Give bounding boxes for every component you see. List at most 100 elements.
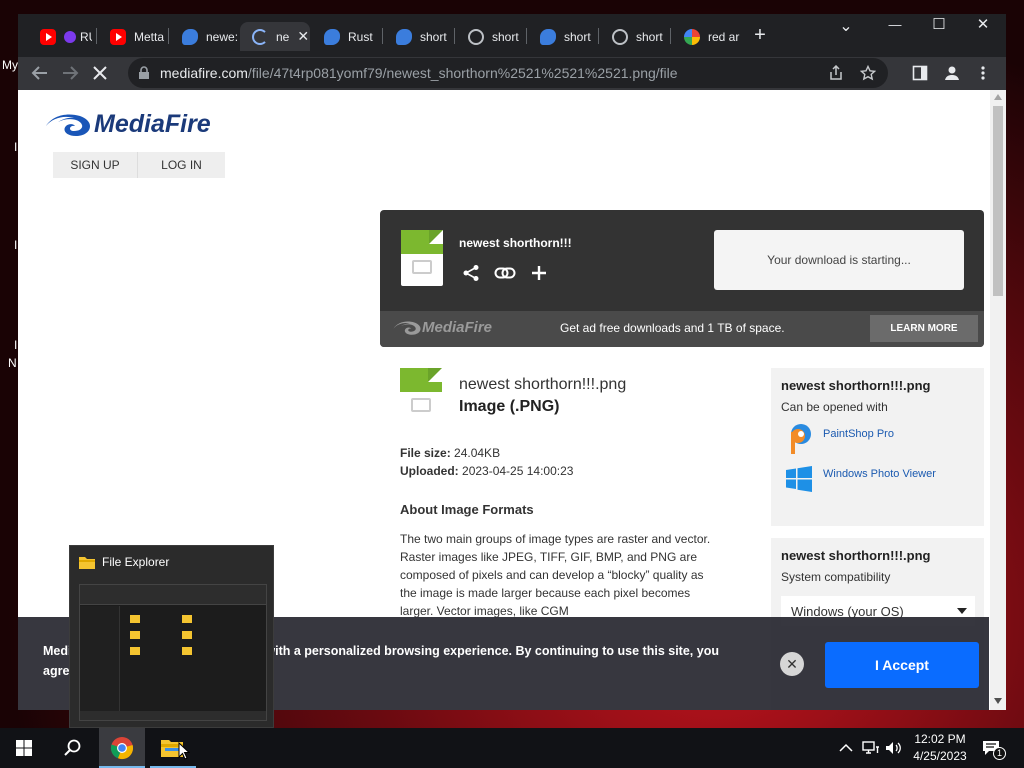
desktop-icon-label[interactable]: I — [14, 238, 17, 252]
profile-icon[interactable] — [943, 64, 961, 82]
cookie-text-middle: with a personalized browsing experience.… — [265, 644, 719, 658]
file-icon-band — [401, 230, 429, 244]
bookmark-star-icon[interactable] — [860, 65, 876, 81]
promo-logo-text: MediaFire — [422, 319, 493, 336]
file-explorer-preview[interactable]: File Explorer — [69, 545, 274, 728]
show-hidden-icons-button[interactable] — [838, 740, 854, 756]
scroll-down-arrow-icon[interactable] — [994, 698, 1002, 704]
tab-short-3[interactable]: short — [528, 22, 596, 51]
new-tab-button[interactable]: + — [748, 23, 772, 47]
camera-icon — [412, 260, 432, 274]
close-window-button[interactable]: ✕ — [968, 14, 998, 36]
tab-short-2[interactable]: short — [456, 22, 524, 51]
file-icon-band — [401, 244, 443, 254]
folder-icon — [79, 557, 95, 569]
tab-label: Metta — [134, 29, 165, 44]
minimize-button[interactable]: — — [880, 14, 910, 36]
scrollbar-thumb[interactable] — [993, 106, 1003, 296]
action-center-button[interactable]: 1 — [982, 738, 1006, 760]
desktop-icon-label[interactable]: I — [14, 140, 17, 154]
mediafire-icon — [182, 28, 198, 45]
download-card: newest shorthorn!!! Your download is sta… — [380, 210, 984, 347]
scroll-up-arrow-icon[interactable] — [994, 94, 1002, 100]
start-button[interactable] — [4, 728, 44, 768]
promo-bar: MediaFire Get ad free downloads and 1 TB… — [380, 311, 984, 347]
forward-button[interactable] — [58, 61, 82, 85]
system-clock[interactable]: 12:02 PM 4/25/2023 — [906, 731, 974, 765]
tab-youtube-metta[interactable]: Metta — [98, 22, 168, 51]
folder-icon — [130, 647, 140, 655]
folder-icon — [130, 615, 140, 623]
plus-icon[interactable] — [530, 264, 548, 282]
tab-label: ne — [276, 29, 290, 44]
compat-title: newest shorthorn!!!.png — [781, 548, 931, 563]
more-menu-icon[interactable] — [978, 65, 988, 81]
log-in-button[interactable]: LOG IN — [137, 152, 225, 178]
tab-separator — [168, 28, 169, 44]
tab-separator — [598, 28, 599, 44]
cookie-close-button[interactable]: ✕ — [780, 652, 804, 676]
chevron-up-icon — [839, 743, 853, 752]
network-button[interactable] — [862, 739, 880, 757]
sign-up-button[interactable]: SIGN UP — [53, 152, 137, 178]
mediafire-flame-icon — [46, 114, 90, 136]
learn-more-button[interactable]: LEARN MORE — [870, 315, 978, 342]
tab-label: Rust — [348, 29, 373, 44]
folder-icon — [182, 631, 192, 639]
page-scrollbar[interactable] — [990, 90, 1006, 710]
tab-separator — [526, 28, 527, 44]
compat-subtitle: System compatibility — [781, 570, 891, 584]
tab-active[interactable]: ne ✕ — [240, 22, 310, 51]
search-button[interactable] — [52, 728, 92, 768]
explorer-thumbnail — [79, 584, 267, 721]
mediafire-icon — [324, 28, 340, 45]
share-icon[interactable] — [462, 264, 480, 282]
volume-button[interactable] — [884, 739, 902, 757]
app-link-windows-photo-viewer[interactable]: Windows Photo Viewer — [823, 468, 936, 480]
file-image-icon — [400, 368, 442, 424]
side-panel-icon[interactable] — [912, 65, 928, 81]
taskbar-chrome[interactable] — [99, 728, 145, 768]
tab-rust[interactable]: Rust — [312, 22, 380, 51]
tab-short-4[interactable]: short — [600, 22, 668, 51]
youtube-icon — [110, 28, 126, 45]
taskbar-file-explorer[interactable] — [150, 728, 196, 768]
folder-icon — [182, 615, 192, 623]
close-tab-icon[interactable]: ✕ — [297, 28, 309, 45]
tab-youtube-ru[interactable]: RU — [28, 22, 92, 51]
accept-cookies-button[interactable]: I Accept — [825, 642, 979, 688]
thumb-toolbar — [80, 585, 266, 605]
link-icon[interactable] — [494, 264, 516, 282]
url-text: mediafire.com/file/47t4rp081yomf79/newes… — [160, 65, 678, 81]
windows-taskbar: 12:02 PM 4/25/2023 1 — [0, 728, 1024, 768]
tab-short-1[interactable]: short — [384, 22, 452, 51]
tab-search-dropdown-icon[interactable]: ⌄ — [836, 16, 856, 36]
promo-text: Get ad free downloads and 1 TB of space. — [560, 321, 785, 335]
app-link-paintshop-pro[interactable]: PaintShop Pro — [823, 428, 894, 440]
address-bar[interactable]: mediafire.com/file/47t4rp081yomf79/newes… — [128, 58, 888, 88]
stop-loading-button[interactable] — [88, 61, 112, 85]
share-icon[interactable] — [828, 65, 844, 81]
tab-mediafire-newest[interactable]: newe: — [170, 22, 238, 51]
tab-label: short — [636, 29, 663, 44]
paintshop-pro-icon[interactable] — [785, 422, 813, 456]
file-type: Image (.PNG) — [459, 398, 560, 415]
arrow-right-icon — [63, 66, 79, 80]
thumb-statusbar — [80, 711, 266, 720]
file-size-value: 24.04KB — [454, 446, 501, 460]
file-icon-band — [400, 368, 428, 382]
back-button[interactable] — [28, 61, 52, 85]
notification-count-badge: 1 — [993, 747, 1006, 760]
tab-separator — [382, 28, 383, 44]
thumb-nav-pane — [80, 606, 120, 718]
desktop-icon-label[interactable]: N — [8, 356, 17, 370]
tab-google-red[interactable]: red ar — [672, 22, 744, 51]
file-icon-fold — [429, 230, 443, 244]
desktop-icon-label[interactable]: My — [2, 58, 18, 72]
windows-photo-viewer-icon[interactable] — [786, 466, 812, 492]
maximize-button[interactable]: ☐ — [924, 14, 954, 36]
tab-label: newe: — [206, 29, 238, 44]
file-size: File size: 24.04KB — [400, 446, 500, 460]
lock-icon[interactable] — [138, 66, 150, 80]
desktop-icon-label[interactable]: I — [14, 338, 17, 352]
